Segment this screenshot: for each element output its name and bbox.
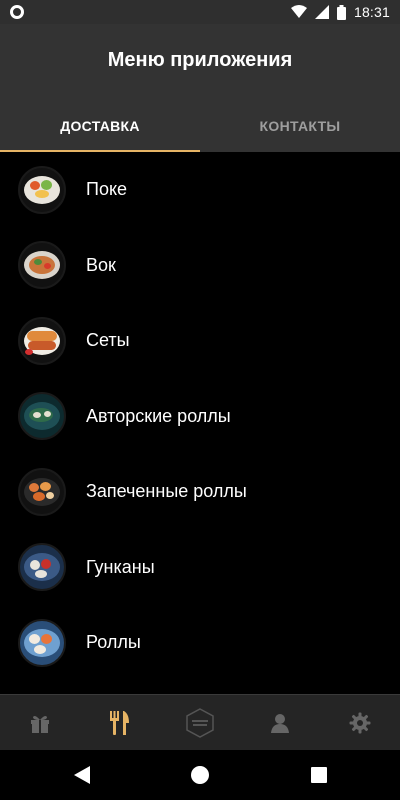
page-title: Меню приложения	[107, 49, 293, 71]
tab-bar: ДОСТАВКА КОНТАКТЫ	[0, 100, 400, 152]
nav-other-place[interactable]	[176, 699, 224, 747]
menu-item-author-rolls[interactable]: Авторские роллы	[0, 379, 400, 455]
system-navigation-bar	[0, 750, 400, 800]
baked-rolls-thumbnail	[18, 467, 66, 516]
wifi-icon	[290, 5, 307, 18]
bottom-navigation	[0, 694, 400, 750]
tab-delivery[interactable]: ДОСТАВКА	[0, 100, 200, 152]
menu-list[interactable]: Поке Вок Сеты Авторские роллы Запеченные…	[0, 152, 400, 694]
notification-dot-icon	[10, 5, 24, 19]
gift-icon	[31, 715, 49, 733]
clock: 18:31	[353, 4, 390, 20]
menu-item-label: Авторские роллы	[86, 405, 231, 426]
nav-settings[interactable]	[336, 699, 384, 747]
menu-item-rolls[interactable]: Роллы	[0, 605, 400, 681]
menu-item-label: Вок	[86, 254, 116, 275]
gear-icon	[349, 712, 371, 733]
profile-icon	[271, 713, 289, 733]
poke-thumbnail	[18, 165, 66, 214]
logo-hexagon-icon	[186, 707, 214, 738]
nav-profile[interactable]	[256, 699, 304, 747]
fork-knife-icon	[110, 710, 129, 735]
menu-item-gunkans[interactable]: Гунканы	[0, 530, 400, 606]
battery-icon	[336, 4, 346, 20]
gunkans-thumbnail	[18, 543, 66, 592]
menu-item-label: Поке	[86, 179, 128, 200]
menu-item-label: Гунканы	[86, 556, 155, 577]
menu-item-label: Запеченные роллы	[86, 481, 247, 502]
home-icon[interactable]	[191, 766, 209, 784]
signal-icon	[314, 5, 329, 19]
status-bar: 18:31	[0, 0, 400, 24]
menu-item-sets[interactable]: Сеты	[0, 303, 400, 379]
rolls-thumbnail	[18, 618, 66, 667]
menu-item-label: Роллы	[86, 632, 141, 653]
menu-item-wok[interactable]: Вок	[0, 228, 400, 304]
status-icons: 18:31	[290, 3, 390, 21]
tab-contacts[interactable]: КОНТАКТЫ	[200, 100, 400, 152]
nav-gifts[interactable]	[16, 699, 64, 747]
menu-item-baked-rolls[interactable]: Запеченные роллы	[0, 454, 400, 530]
back-icon[interactable]	[74, 766, 90, 784]
author-rolls-thumbnail	[18, 392, 66, 441]
menu-item-label: Сеты	[86, 330, 130, 351]
recent-apps-icon[interactable]	[311, 767, 327, 783]
app-bar: Меню приложения ДОСТАВКА КОНТАКТЫ	[0, 24, 400, 152]
wok-thumbnail	[18, 241, 66, 290]
sets-thumbnail	[18, 316, 66, 365]
nav-menu[interactable]	[96, 699, 144, 747]
menu-item-poke[interactable]: Поке	[0, 152, 400, 228]
